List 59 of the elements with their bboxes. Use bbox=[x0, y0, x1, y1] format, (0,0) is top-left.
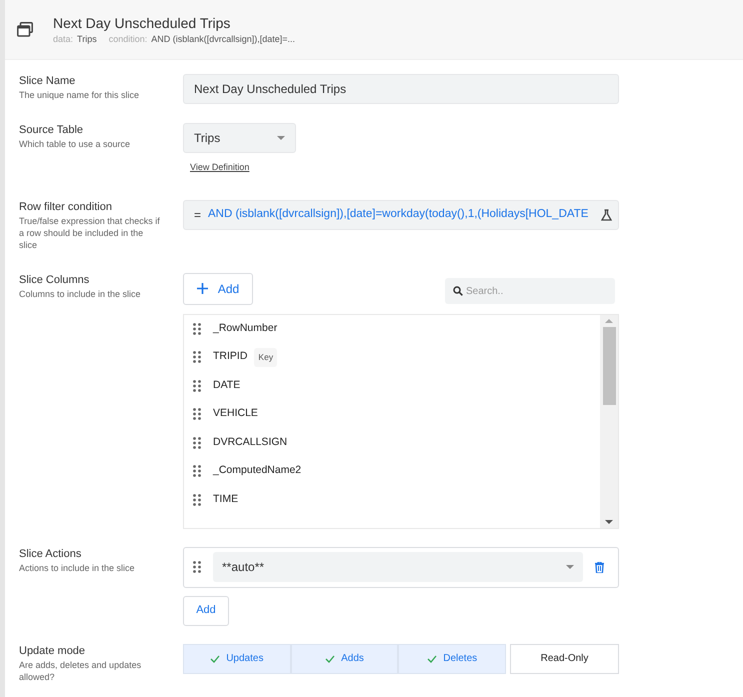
drag-handle-icon[interactable] bbox=[193, 465, 201, 478]
update-mode-option[interactable]: Deletes bbox=[398, 644, 506, 674]
drag-handle-icon[interactable] bbox=[193, 561, 201, 573]
field-label: Slice Columns bbox=[19, 272, 90, 286]
column-name[interactable]: _ComputedName2 bbox=[213, 463, 302, 480]
data-label: data: bbox=[53, 32, 74, 46]
check-icon bbox=[427, 654, 438, 662]
equals-sign: = bbox=[194, 206, 202, 224]
field-label: Slice Actions bbox=[19, 546, 82, 560]
check-icon bbox=[210, 654, 220, 662]
add-column-button[interactable]: Add bbox=[183, 272, 253, 304]
field-hint: True/false expression that checks if a row should be included in the slice bbox=[19, 214, 161, 250]
search-field[interactable]: Search.. bbox=[445, 278, 615, 304]
condition-value: AND (isblank([dvrcallsign]),[date]=... bbox=[151, 32, 296, 46]
update-mode-option[interactable]: Adds bbox=[290, 644, 398, 674]
column-name[interactable]: TRIPID bbox=[213, 349, 248, 366]
filter-expression-field[interactable]: = AND (isblank([dvrcallsign]),[date]=workday(today(),1,(Holidays[HOL_DATE bbox=[183, 200, 619, 230]
expression-text: AND (isblank([dvrcallsign]),[date]=workday(today(),1,(Holidays[HOL_DATE bbox=[208, 206, 590, 222]
update-mode-option[interactable]: Updates bbox=[183, 644, 291, 674]
window-stack-icon bbox=[17, 22, 33, 37]
source-table-dropdown[interactable]: Trips bbox=[183, 123, 296, 153]
field-hint: The unique name for this slice bbox=[19, 89, 140, 101]
caret-icon bbox=[566, 565, 574, 569]
search-icon bbox=[453, 286, 463, 296]
drag-handle-icon[interactable] bbox=[193, 351, 201, 364]
add-action-button[interactable]: Add bbox=[183, 596, 229, 626]
update-mode-option[interactable]: Read-Only bbox=[510, 644, 620, 674]
column-name[interactable]: VEHICLE bbox=[213, 406, 258, 422]
field-hint: Are adds, deletes and updates allowed? bbox=[19, 658, 142, 682]
column-name[interactable]: DATE bbox=[213, 378, 240, 394]
page-title: Next Day Unscheduled Trips bbox=[53, 14, 232, 32]
flask-icon[interactable] bbox=[601, 208, 612, 220]
plus-icon bbox=[196, 283, 208, 294]
column-name[interactable]: _RowNumber bbox=[213, 320, 278, 337]
check-icon bbox=[325, 654, 336, 662]
key-badge: Key bbox=[254, 348, 278, 367]
condition-label: condition: bbox=[108, 32, 148, 46]
data-value: Trips bbox=[77, 32, 97, 46]
scroll-down-icon[interactable] bbox=[605, 520, 613, 524]
name-input-field[interactable]: Next Day Unscheduled Trips bbox=[183, 74, 619, 104]
drag-handle-icon[interactable] bbox=[193, 322, 201, 335]
drag-handle-icon[interactable] bbox=[193, 436, 201, 449]
drag-handle-icon[interactable] bbox=[193, 494, 201, 506]
field-label: Update mode bbox=[19, 644, 86, 658]
field-hint: Actions to include in the slice bbox=[19, 562, 136, 574]
trash-icon[interactable] bbox=[595, 562, 604, 572]
field-hint: Which table to use a source bbox=[19, 138, 132, 150]
field-label: Slice Name bbox=[19, 74, 76, 88]
field-label: Row filter condition bbox=[19, 200, 113, 214]
field-hint: Columns to include in the slice bbox=[19, 288, 142, 300]
view-definition-link[interactable]: View Definition bbox=[190, 161, 250, 174]
column-name[interactable]: TIME bbox=[213, 492, 238, 508]
caret-icon bbox=[277, 136, 285, 140]
scrollbar[interactable] bbox=[600, 314, 618, 528]
drag-handle-icon[interactable] bbox=[193, 380, 201, 392]
action-dropdown[interactable]: **auto** bbox=[213, 552, 583, 582]
drag-handle-icon[interactable] bbox=[193, 408, 201, 420]
field-label: Source Table bbox=[19, 123, 84, 137]
column-name[interactable]: DVRCALLSIGN bbox=[213, 434, 288, 451]
